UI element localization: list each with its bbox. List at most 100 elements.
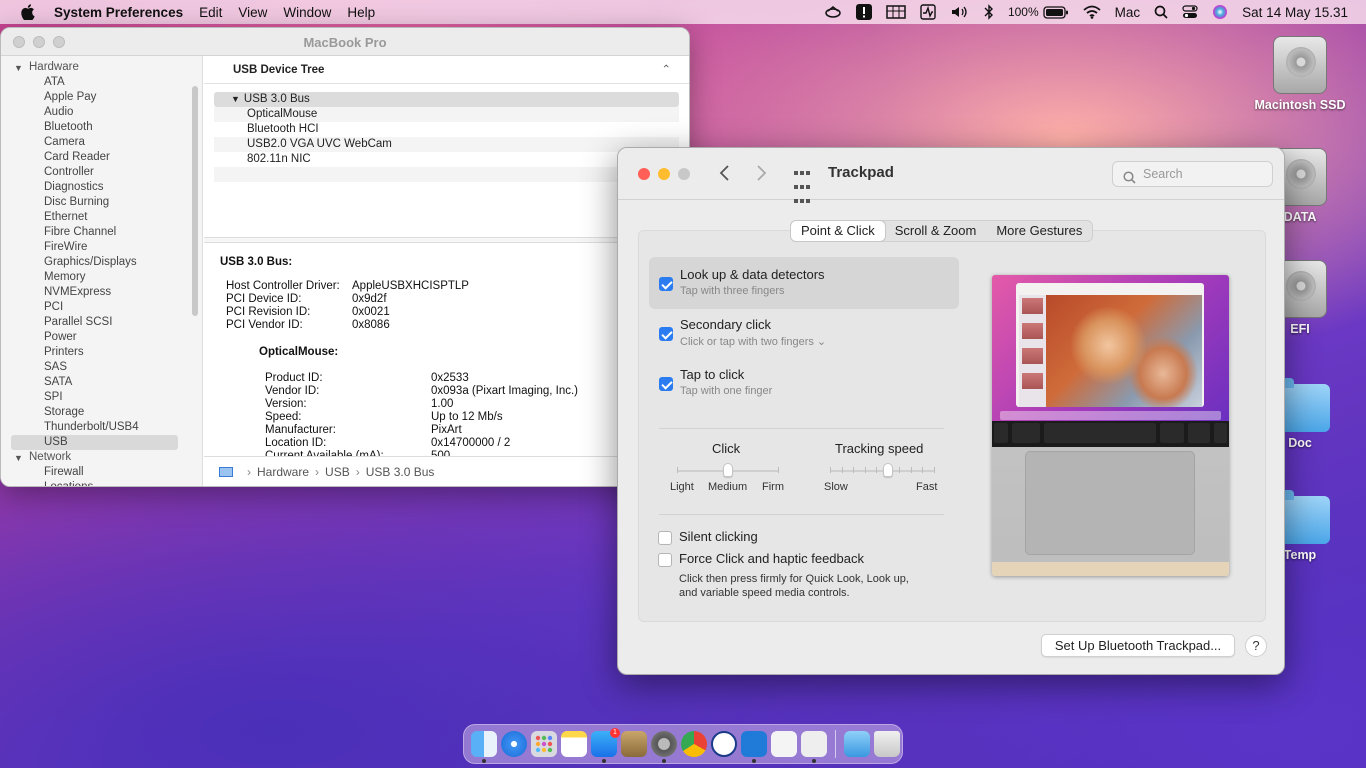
- menu-help[interactable]: Help: [347, 5, 375, 20]
- bluetooth-icon[interactable]: [984, 4, 994, 20]
- notes-icon[interactable]: [561, 731, 587, 757]
- path-item-usb-bus[interactable]: USB 3.0 Bus: [366, 465, 435, 479]
- sidebar-item-camera[interactable]: Camera: [1, 135, 202, 150]
- alert-icon[interactable]: [855, 4, 872, 20]
- sidebar-item-ata[interactable]: ATA: [1, 75, 202, 90]
- sidebar-item-card-reader[interactable]: Card Reader: [1, 150, 202, 165]
- sidebar-item-audio[interactable]: Audio: [1, 105, 202, 120]
- disclosure-triangle-icon[interactable]: ▼: [14, 451, 23, 466]
- slider-knob[interactable]: [883, 463, 894, 477]
- sidebar-item-bluetooth[interactable]: Bluetooth: [1, 120, 202, 135]
- wordpress-icon[interactable]: [711, 731, 737, 757]
- tree-column-header[interactable]: USB Device Tree ⌃: [204, 56, 689, 84]
- app-store-icon[interactable]: 1: [591, 728, 620, 763]
- sidebar-item-sata[interactable]: SATA: [1, 375, 202, 390]
- sidebar-item-disc-burning[interactable]: Disc Burning: [1, 195, 202, 210]
- tap-to-click-checkbox[interactable]: [659, 377, 673, 391]
- title-bar[interactable]: Trackpad Search: [618, 148, 1284, 203]
- desktop-icon-macintosh-ssd[interactable]: Macintosh SSD: [1245, 36, 1355, 112]
- sidebar-item-firewall[interactable]: Firewall: [1, 465, 202, 480]
- minimize-button[interactable]: [658, 168, 670, 180]
- finder-icon[interactable]: [471, 731, 497, 763]
- close-button[interactable]: [638, 168, 650, 180]
- disclosure-triangle-icon[interactable]: ▼: [14, 61, 23, 76]
- option-look-up[interactable]: Look up & data detectors Tap with three …: [649, 257, 959, 309]
- tree-row[interactable]: USB2.0 VGA UVC WebCam: [214, 137, 679, 152]
- sidebar-item-thunderbolt-usb4[interactable]: Thunderbolt/USB4: [1, 420, 202, 435]
- safari-icon[interactable]: [501, 731, 527, 757]
- sidebar-item-firewire[interactable]: FireWire: [1, 240, 202, 255]
- path-item-hardware[interactable]: Hardware: [257, 465, 309, 479]
- launchpad-icon[interactable]: [531, 731, 557, 757]
- menu-window[interactable]: Window: [283, 5, 331, 20]
- sidebar-item-printers[interactable]: Printers: [1, 345, 202, 360]
- menu-edit[interactable]: Edit: [199, 5, 222, 20]
- sidebar-item-parallel-scsi[interactable]: Parallel SCSI: [1, 315, 202, 330]
- battery-percent[interactable]: 100%: [1008, 5, 1039, 19]
- sidebar-item-controller[interactable]: Controller: [1, 165, 202, 180]
- spotlight-search-icon[interactable]: [1154, 5, 1168, 19]
- chevron-up-icon[interactable]: ⌃: [661, 56, 671, 84]
- tree-row[interactable]: Bluetooth HCI: [214, 122, 679, 137]
- control-center-icon[interactable]: [1182, 5, 1198, 19]
- tracking-speed-slider[interactable]: Tracking speed Slow Fast: [824, 439, 944, 499]
- silent-clicking-checkbox[interactable]: [658, 531, 672, 545]
- sidebar-item-spi[interactable]: SPI: [1, 390, 202, 405]
- option-tap-to-click[interactable]: Tap to click Tap with one finger: [649, 357, 959, 409]
- title-bar[interactable]: MacBook Pro: [1, 28, 689, 56]
- slider-track[interactable]: [830, 470, 934, 472]
- look-up-checkbox[interactable]: [659, 277, 673, 291]
- sidebar-item-locations[interactable]: Locations: [1, 480, 202, 486]
- sidebar-scrollbar[interactable]: [192, 86, 198, 316]
- sidebar-item-storage[interactable]: Storage: [1, 405, 202, 420]
- script-editor-icon[interactable]: [771, 731, 797, 757]
- back-button[interactable]: [718, 162, 730, 188]
- force-click-checkbox[interactable]: [658, 553, 672, 567]
- sidebar-item-nvmexpress[interactable]: NVMExpress: [1, 285, 202, 300]
- battery-icon[interactable]: [1043, 5, 1069, 19]
- click-slider[interactable]: Click Light Medium Firm: [667, 439, 787, 499]
- setup-bluetooth-trackpad-button[interactable]: Set Up Bluetooth Trackpad...: [1041, 634, 1235, 657]
- clock[interactable]: Sat 14 May 15.31: [1242, 5, 1348, 20]
- forward-button[interactable]: [756, 162, 768, 188]
- wifi-icon[interactable]: [1083, 5, 1101, 19]
- sidebar-item-sas[interactable]: SAS: [1, 360, 202, 375]
- tab-scroll-zoom[interactable]: Scroll & Zoom: [885, 221, 987, 241]
- sidebar-item-graphics-displays[interactable]: Graphics/Displays: [1, 255, 202, 270]
- secondary-click-dropdown[interactable]: Click or tap with two fingers ⌄: [680, 335, 826, 348]
- sidebar-item-apple-pay[interactable]: Apple Pay: [1, 90, 202, 105]
- menu-view[interactable]: View: [238, 5, 267, 20]
- tree-row[interactable]: 802.11n NIC: [214, 152, 679, 167]
- sidebar-item-usb[interactable]: USB: [11, 435, 178, 450]
- zoom-button[interactable]: [678, 168, 690, 180]
- tab-more-gestures[interactable]: More Gestures: [986, 221, 1092, 241]
- downloads-folder-icon[interactable]: [844, 731, 870, 757]
- vscode-icon[interactable]: [741, 731, 767, 763]
- vpn-tunnel-icon[interactable]: [824, 5, 842, 19]
- help-button[interactable]: ?: [1245, 635, 1267, 657]
- app-menu-system-preferences[interactable]: System Preferences: [54, 5, 183, 20]
- slider-knob[interactable]: [723, 463, 733, 477]
- show-all-grid-icon[interactable]: [794, 166, 812, 208]
- library-icon[interactable]: [886, 5, 906, 19]
- sidebar-item-pci[interactable]: PCI: [1, 300, 202, 315]
- tab-point-click[interactable]: Point & Click: [791, 221, 885, 241]
- siri-icon[interactable]: [1212, 4, 1228, 20]
- search-field[interactable]: Search: [1112, 161, 1273, 187]
- path-item-usb[interactable]: USB: [325, 465, 350, 479]
- sidebar-section-hardware[interactable]: ▼ Hardware: [1, 60, 202, 75]
- sidebar-section-network[interactable]: ▼ Network: [1, 450, 202, 465]
- sidebar-item-diagnostics[interactable]: Diagnostics: [1, 180, 202, 195]
- option-secondary-click[interactable]: Secondary click Click or tap with two fi…: [649, 307, 959, 359]
- user-menu[interactable]: Mac: [1115, 5, 1141, 20]
- tree-row[interactable]: OpticalMouse: [214, 107, 679, 122]
- volume-icon[interactable]: [950, 5, 970, 19]
- sidebar-item-ethernet[interactable]: Ethernet: [1, 210, 202, 225]
- disk-utility-icon[interactable]: [801, 731, 827, 763]
- sidebar-item-fibre-channel[interactable]: Fibre Channel: [1, 225, 202, 240]
- sidebar-item-memory[interactable]: Memory: [1, 270, 202, 285]
- package-installer-icon[interactable]: [621, 731, 647, 757]
- trash-icon[interactable]: [874, 731, 900, 757]
- chrome-icon[interactable]: [681, 731, 707, 757]
- disclosure-triangle-icon[interactable]: ▼: [231, 94, 240, 104]
